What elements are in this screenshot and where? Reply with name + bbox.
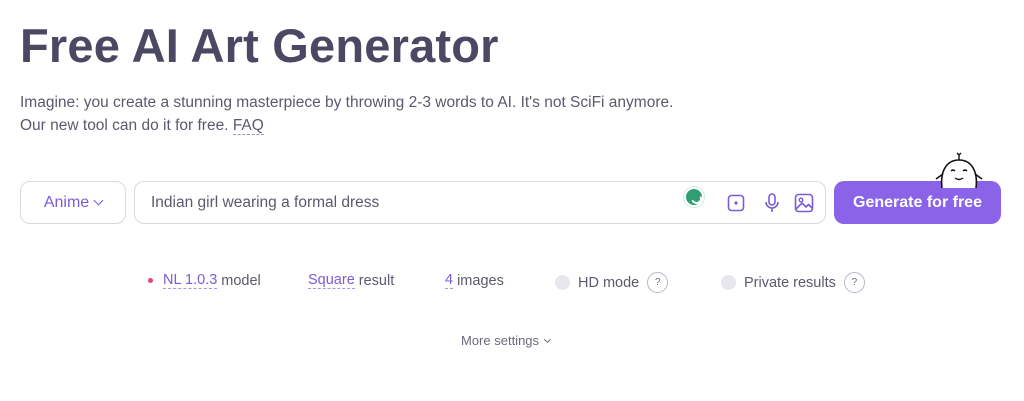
- mascot-icon: [935, 152, 983, 189]
- more-settings-label: More settings: [461, 333, 540, 348]
- model-option: NL 1.0.3 model: [148, 272, 261, 289]
- chevron-down-icon: [93, 195, 104, 206]
- help-icon[interactable]: ?: [843, 272, 865, 293]
- hd-mode-option: HD mode ?: [555, 272, 669, 293]
- hd-mode-toggle[interactable]: [555, 275, 570, 290]
- page-title: Free AI Art Generator: [20, 19, 499, 72]
- prompt-input[interactable]: [151, 182, 671, 223]
- microphone-icon[interactable]: [761, 192, 783, 214]
- model-status-dot: [148, 278, 153, 283]
- more-settings-toggle[interactable]: More settings: [461, 333, 552, 348]
- grammar-check-icon[interactable]: [684, 187, 704, 207]
- chevron-down-icon: [544, 335, 552, 343]
- model-link[interactable]: NL 1.0.3: [163, 272, 218, 289]
- result-shape-link[interactable]: Square: [308, 272, 355, 289]
- private-results-toggle[interactable]: [721, 275, 736, 290]
- help-icon[interactable]: ?: [647, 272, 669, 293]
- images-suffix: images: [457, 272, 504, 289]
- description-line-2: Our new tool can do it for free. FAQ: [20, 114, 673, 137]
- private-results-option: Private results ?: [721, 272, 865, 293]
- description-line-2-text: Our new tool can do it for free.: [20, 117, 229, 134]
- result-suffix: result: [358, 272, 395, 289]
- private-results-label: Private results: [744, 274, 836, 291]
- images-count-link[interactable]: 4: [445, 272, 454, 289]
- faq-link[interactable]: FAQ: [232, 117, 264, 135]
- style-dropdown-value: Anime: [43, 193, 90, 211]
- dice-icon[interactable]: [725, 192, 747, 214]
- hd-mode-label: HD mode: [578, 274, 640, 291]
- page-description: Imagine: you create a stunning masterpie…: [20, 91, 673, 137]
- model-suffix: model: [221, 272, 261, 289]
- prompt-field-container: [134, 181, 826, 224]
- description-line-1: Imagine: you create a stunning masterpie…: [20, 94, 674, 111]
- image-upload-icon[interactable]: [793, 192, 815, 214]
- style-dropdown[interactable]: Anime: [20, 181, 126, 224]
- result-option: Square result: [308, 272, 394, 289]
- images-count-option: 4 images: [445, 272, 504, 289]
